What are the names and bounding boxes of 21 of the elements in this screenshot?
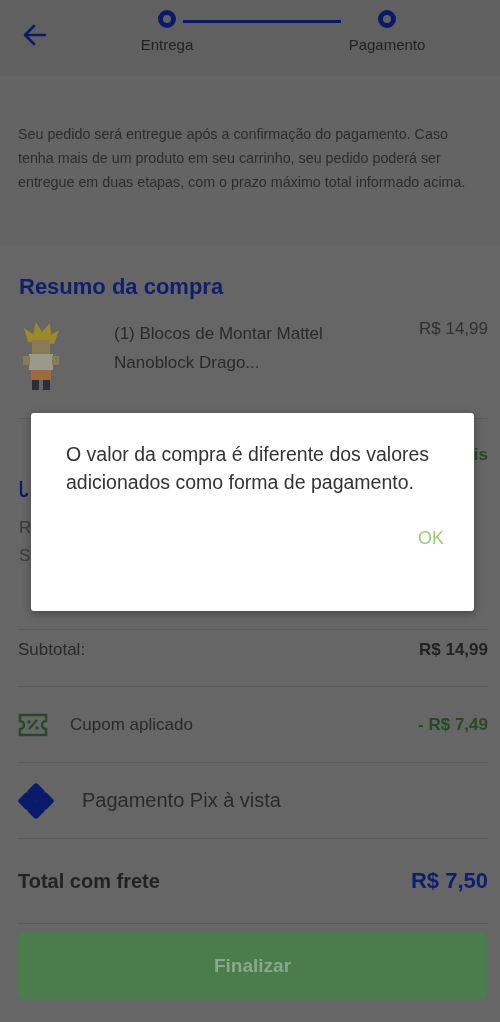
diamond-icon	[18, 782, 54, 819]
step-label: Entrega	[140, 36, 194, 53]
step-circle	[378, 10, 396, 28]
summary-label: Cupom aplicado	[70, 714, 193, 735]
step-label: Pagamento	[348, 36, 426, 53]
coupon-icon	[18, 711, 48, 738]
delivery-notice: Seu pedido será entregue após a confirmação do pagamento. Caso tenha mais de um produto em seu carrinho, seu pedido poderá ser entregue em duas etapas, com o prazo máximo total informado acima.	[18, 126, 466, 190]
summary-value: R$ 14,99	[419, 640, 488, 660]
step-circle	[158, 10, 176, 28]
section-title: Resumo da compra	[19, 274, 225, 300]
product-name: (1) Blocos de Montar Mattel Nanoblock Drago...	[114, 323, 324, 374]
dialog-message: O valor da compra é diferente dos valores adicionados como forma de pagamento.	[66, 442, 431, 495]
finish-button[interactable]: Finalizar	[18, 932, 487, 1000]
total-value: R$ 7,50	[410, 868, 488, 894]
partial-text: is	[473, 445, 488, 465]
summary-value: - R$ 7,49	[418, 714, 488, 735]
summary-label: Pagamento Pix à vista	[82, 789, 281, 812]
back-arrow-icon[interactable]	[22, 22, 48, 48]
summary-label: Subtotal:	[18, 640, 86, 660]
ok-button[interactable]: OK	[408, 522, 454, 555]
total-label: Total com frete	[18, 869, 160, 893]
